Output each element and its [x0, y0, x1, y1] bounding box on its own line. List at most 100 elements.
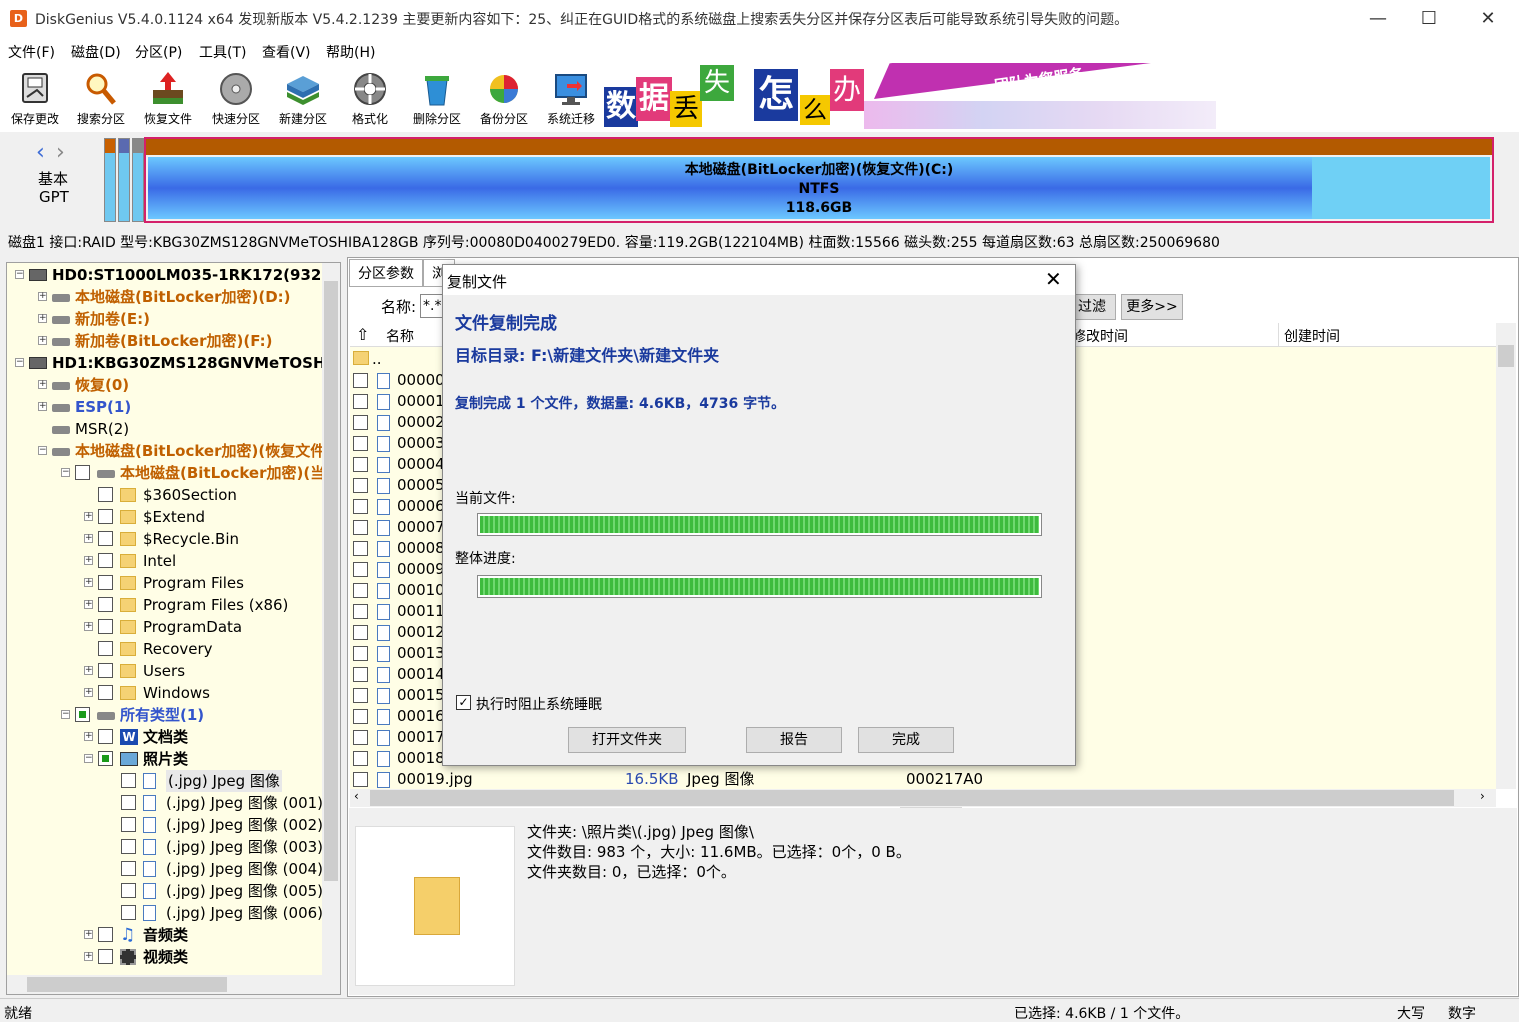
tree-node[interactable]: + $Extend: [7, 506, 337, 528]
maximize-button[interactable]: ☐: [1400, 0, 1458, 38]
expander-icon[interactable]: +: [38, 380, 47, 389]
expander-icon[interactable]: +: [84, 952, 93, 961]
file-checkbox[interactable]: [353, 604, 368, 619]
file-checkbox[interactable]: [353, 667, 368, 682]
expander-icon[interactable]: +: [84, 534, 93, 543]
tree-checkbox[interactable]: [98, 531, 113, 546]
system-migration-button[interactable]: 系统迁移: [538, 66, 604, 130]
tree-checkbox[interactable]: [98, 597, 113, 612]
tree-node[interactable]: (.jpg) Jpeg 图像 (005): [7, 880, 337, 902]
file-checkbox[interactable]: [353, 478, 368, 493]
tree-checkbox[interactable]: [98, 487, 113, 502]
tree-checkbox[interactable]: [98, 729, 113, 744]
file-checkbox[interactable]: [353, 709, 368, 724]
format-button[interactable]: 格式化: [337, 66, 403, 130]
tree-node[interactable]: + 恢复(0): [7, 374, 337, 396]
tree-node[interactable]: − HD0:ST1000LM035-1RK172(932GB): [7, 264, 340, 286]
tree-node[interactable]: + 新加卷(BitLocker加密)(F:): [7, 330, 337, 352]
done-button[interactable]: 完成: [858, 727, 954, 753]
file-checkbox[interactable]: [353, 436, 368, 451]
menu-file[interactable]: 文件(F): [8, 42, 55, 62]
tree-node[interactable]: + Users: [7, 660, 337, 682]
tree-vscroll[interactable]: [322, 263, 340, 975]
file-checkbox[interactable]: [353, 625, 368, 640]
tree-node[interactable]: − 照片类: [7, 748, 337, 770]
tab-partition-params[interactable]: 分区参数: [349, 259, 423, 287]
file-checkbox[interactable]: [353, 562, 368, 577]
file-checkbox[interactable]: [353, 415, 368, 430]
tree-node[interactable]: − 本地磁盘(BitLocker加密)(当前: [7, 462, 340, 484]
partition-block-small[interactable]: [132, 138, 144, 222]
menu-tools[interactable]: 工具(T): [199, 42, 246, 62]
open-folder-button[interactable]: 打开文件夹: [568, 727, 686, 753]
expander-icon[interactable]: +: [84, 688, 93, 697]
expander-icon[interactable]: −: [61, 468, 70, 477]
tree-node[interactable]: + 新加卷(E:): [7, 308, 337, 330]
tree-node[interactable]: MSR(2): [7, 418, 337, 440]
tree-node[interactable]: (.jpg) Jpeg 图像 (004): [7, 858, 337, 880]
tree-node[interactable]: + $Recycle.Bin: [7, 528, 337, 550]
more-button[interactable]: 更多>>: [1121, 294, 1183, 320]
tree-node[interactable]: + ProgramData: [7, 616, 337, 638]
file-checkbox[interactable]: [353, 772, 368, 787]
expander-icon[interactable]: −: [84, 754, 93, 763]
tree-checkbox[interactable]: [98, 751, 113, 766]
tree-node[interactable]: + Intel: [7, 550, 337, 572]
tree-node[interactable]: + Program Files: [7, 572, 337, 594]
expander-icon[interactable]: +: [84, 666, 93, 675]
expander-icon[interactable]: −: [15, 270, 24, 279]
expander-icon[interactable]: +: [84, 512, 93, 521]
file-list-vscroll[interactable]: [1496, 323, 1516, 789]
col-name[interactable]: 名称: [386, 326, 414, 346]
expander-icon[interactable]: +: [84, 556, 93, 565]
file-checkbox[interactable]: [353, 730, 368, 745]
tree-checkbox[interactable]: [98, 927, 113, 942]
tree-node[interactable]: + W 文档类: [7, 726, 337, 748]
save-changes-button[interactable]: 保存更改: [2, 66, 68, 130]
delete-partition-button[interactable]: 删除分区: [404, 66, 470, 130]
up-arrow-icon[interactable]: ⇧: [356, 325, 369, 344]
file-checkbox[interactable]: [353, 373, 368, 388]
tree-node[interactable]: (.jpg) Jpeg 图像 (003): [7, 836, 337, 858]
tree-checkbox[interactable]: [98, 619, 113, 634]
file-checkbox[interactable]: [353, 541, 368, 556]
expander-icon[interactable]: +: [38, 336, 47, 345]
expander-icon[interactable]: −: [15, 358, 24, 367]
partition-block-small[interactable]: [104, 138, 116, 222]
menu-partition[interactable]: 分区(P): [135, 42, 182, 62]
recover-files-button[interactable]: 恢复文件: [135, 66, 201, 130]
expander-icon[interactable]: +: [84, 600, 93, 609]
tree-node[interactable]: Recovery: [7, 638, 337, 660]
prev-disk-button[interactable]: ‹: [36, 140, 45, 165]
partition-block-main[interactable]: 本地磁盘(BitLocker加密)(恢复文件)(C:) NTFS 118.6GB: [144, 137, 1494, 223]
partition-block-small[interactable]: [118, 138, 130, 222]
tree-checkbox[interactable]: [98, 641, 113, 656]
tree-checkbox[interactable]: [121, 883, 136, 898]
menu-view[interactable]: 查看(V): [262, 42, 311, 62]
tree-checkbox[interactable]: [98, 949, 113, 964]
expander-icon[interactable]: +: [38, 402, 47, 411]
tree-node[interactable]: + 视频类: [7, 946, 337, 968]
col-created[interactable]: 创建时间: [1284, 326, 1340, 346]
expander-icon[interactable]: −: [38, 446, 47, 455]
file-list-hscroll[interactable]: ‹ ›: [350, 789, 1496, 807]
expander-icon[interactable]: −: [61, 710, 70, 719]
tree-hscroll[interactable]: [7, 975, 340, 994]
search-partition-button[interactable]: 搜索分区: [68, 66, 134, 130]
file-checkbox[interactable]: [353, 394, 368, 409]
expander-icon[interactable]: +: [84, 622, 93, 631]
tree-node[interactable]: − 本地磁盘(BitLocker加密)(恢复文件): [7, 440, 337, 462]
dialog-close-icon[interactable]: ✕: [1045, 267, 1062, 291]
tree-checkbox[interactable]: [121, 817, 136, 832]
tree-node[interactable]: (.jpg) Jpeg 图像: [7, 770, 337, 792]
prevent-sleep-checkbox[interactable]: ✓: [456, 695, 471, 710]
tree-checkbox[interactable]: [98, 509, 113, 524]
tree-node[interactable]: + Program Files (x86): [7, 594, 337, 616]
tree-checkbox[interactable]: [121, 795, 136, 810]
menu-disk[interactable]: 磁盘(D): [71, 42, 121, 62]
menu-help[interactable]: 帮助(H): [326, 42, 375, 62]
advertisement-banner[interactable]: 数 据 丢 失 怎 么 办 团队为您服务: [604, 63, 1216, 130]
col-modified[interactable]: 修改时间: [1072, 326, 1128, 346]
close-button[interactable]: ✕: [1459, 0, 1517, 38]
expander-icon[interactable]: +: [38, 292, 47, 301]
